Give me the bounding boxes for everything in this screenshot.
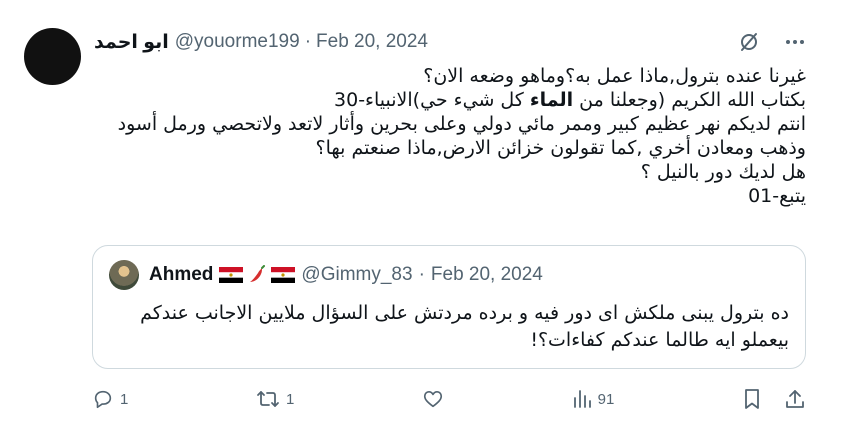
bookmark-button[interactable] <box>742 388 762 410</box>
quoted-header: Ahmed @Gimmy_83 · Feb 20, 2024 <box>109 260 543 290</box>
quoted-tweet[interactable]: Ahmed @Gimmy_83 · Feb 20, 2024 ده بترول … <box>92 245 806 369</box>
repost-icon <box>257 391 279 407</box>
egypt-flag-icon <box>219 267 244 283</box>
tweet-line: غيرنا عنده بترول,ماذا عمل به؟وماهو وضعه … <box>423 65 806 87</box>
tweet-line: وذهب ومعادن أخري ,كما تقولون خزائن الارض… <box>315 137 806 159</box>
tweet-card[interactable]: ابو احمد @youorme199 · Feb 20, 2024 غيرن… <box>0 0 844 421</box>
reply-button[interactable]: 1 <box>92 388 128 410</box>
tweet-line: يتبع-01 <box>748 185 806 207</box>
quoted-handle[interactable]: @Gimmy_83 <box>301 264 412 286</box>
quoted-text-line: ده بترول يبنى ملكش اى دور فيه و برده مرد… <box>140 302 789 324</box>
tweet-actions-right <box>742 388 806 410</box>
chili-pepper-icon <box>250 265 266 282</box>
quoted-text: ده بترول يبنى ملكش اى دور فيه و برده مرد… <box>109 300 789 354</box>
more-dots-icon[interactable] <box>784 31 806 53</box>
quoted-name-emojis <box>219 265 296 285</box>
quoted-text-line: بيعملو ايه طالما عندكم كفاءات؟! <box>530 329 789 351</box>
tweet-line: انتم لديكم نهر عظيم كبير وممر مائي دولي … <box>117 113 806 135</box>
bookmark-icon <box>745 389 759 409</box>
repost-count: 1 <box>286 390 295 408</box>
tweet-header: ابو احمد @youorme199 · Feb 20, 2024 <box>94 28 428 56</box>
heart-icon <box>423 391 443 408</box>
share-button[interactable] <box>784 388 806 410</box>
tweet-top-actions <box>738 28 806 56</box>
quoted-display-name[interactable]: Ahmed <box>149 264 213 286</box>
like-button[interactable] <box>422 388 444 410</box>
author-avatar[interactable] <box>24 28 81 85</box>
tweet-text: غيرنا عنده بترول,ماذا عمل به؟وماهو وضعه … <box>92 64 806 208</box>
tweet-line: بكتاب الله الكريم (وجعلنا من الماء كل شي… <box>334 89 806 111</box>
grok-slash-icon[interactable] <box>738 31 760 53</box>
author-display-name[interactable]: ابو احمد <box>94 31 169 54</box>
share-icon <box>786 390 804 408</box>
header-separator: · <box>304 31 312 52</box>
reply-icon <box>94 390 112 409</box>
quoted-avatar[interactable] <box>109 260 139 290</box>
views-count: 91 <box>597 390 615 408</box>
bold-word: الماء <box>529 89 574 111</box>
tweet-date[interactable]: Feb 20, 2024 <box>316 31 428 53</box>
author-handle[interactable]: @youorme199 <box>175 31 300 53</box>
egypt-flag-icon <box>271 267 296 283</box>
quoted-separator: · <box>418 264 425 285</box>
views-button[interactable]: 91 <box>572 389 615 409</box>
tweet-line: هل لديك دور بالنيل ؟ <box>640 161 806 183</box>
repost-button[interactable]: 1 <box>256 388 294 410</box>
quoted-date[interactable]: Feb 20, 2024 <box>431 264 543 286</box>
tweet-actions-bar: 1 1 91 <box>92 386 806 412</box>
views-chart-icon <box>573 390 591 408</box>
reply-count: 1 <box>120 390 129 408</box>
